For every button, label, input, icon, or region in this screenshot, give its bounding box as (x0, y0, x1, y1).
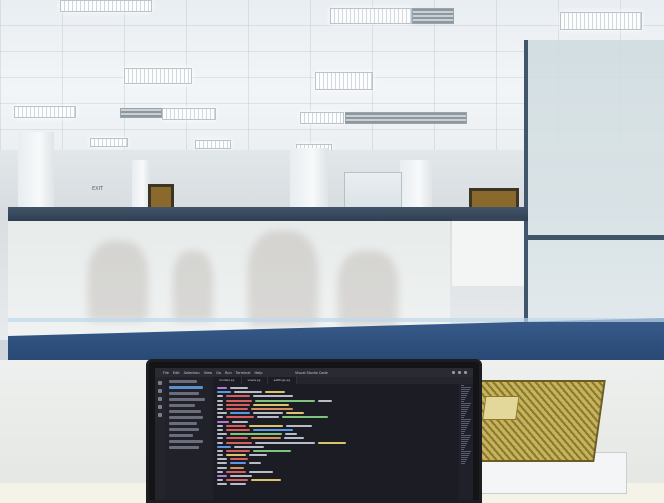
wall-sign: EXIT (92, 186, 104, 192)
ceiling-vent (345, 112, 467, 124)
ceiling-light (162, 108, 216, 120)
ceiling-light (60, 0, 152, 12)
files-icon[interactable] (158, 381, 162, 385)
ceiling-light (560, 12, 642, 30)
ceiling-light (300, 112, 344, 124)
menu-item[interactable]: View (204, 371, 212, 375)
search-icon[interactable] (158, 389, 162, 393)
menu-item[interactable]: File (163, 371, 169, 375)
file-explorer (165, 377, 213, 500)
pillar (18, 132, 54, 212)
ceiling-vent (412, 8, 454, 24)
ceiling-light (124, 68, 192, 84)
ledge-highlight (8, 318, 664, 322)
notebook (460, 380, 606, 462)
editor-titlebar: File Edit Selection View Go Run Terminal… (155, 368, 473, 377)
pillar (290, 148, 328, 212)
tab[interactable]: views.py (241, 377, 268, 384)
editor-menu: File Edit Selection View Go Run Terminal… (155, 371, 262, 375)
code-editor[interactable] (213, 384, 459, 500)
editor-tabs: models.py views.py settings.py (213, 377, 473, 384)
frosted-glass-panel (8, 221, 450, 341)
minimap (459, 384, 473, 500)
ceiling-light (330, 8, 412, 24)
glass-door (344, 172, 402, 212)
close-icon[interactable] (464, 371, 467, 374)
cubicle-wall (452, 218, 524, 286)
activity-bar (155, 377, 165, 500)
tab[interactable]: settings.py (267, 377, 298, 384)
menu-item[interactable]: Terminal (236, 371, 251, 375)
ceiling-vent (120, 108, 162, 118)
menu-item[interactable]: Go (216, 371, 221, 375)
laptop-screen: File Edit Selection View Go Run Terminal… (155, 368, 473, 500)
debug-icon[interactable] (158, 405, 162, 409)
code-line (217, 482, 455, 486)
ceiling-light (315, 72, 373, 90)
minimize-icon[interactable] (452, 371, 455, 374)
ceiling-light (90, 138, 128, 147)
menu-item[interactable]: Edit (173, 371, 180, 375)
source-control-icon[interactable] (158, 397, 162, 401)
menu-item[interactable]: Help (254, 371, 262, 375)
window-title: Visual Studio Code (295, 370, 328, 375)
menu-item[interactable]: Run (225, 371, 232, 375)
ceiling-light (14, 106, 76, 118)
cubicle-frame-top (8, 207, 528, 221)
tab[interactable]: models.py (213, 377, 242, 384)
ceiling-light (195, 140, 231, 149)
glass-partition-right (524, 40, 664, 330)
laptop: File Edit Selection View Go Run Terminal… (146, 359, 482, 503)
maximize-icon[interactable] (458, 371, 461, 374)
extensions-icon[interactable] (158, 413, 162, 417)
window-controls (452, 371, 467, 374)
pillar (400, 160, 432, 210)
office-photo: EXIT File Edit Selection View Go Run Ter… (0, 0, 664, 503)
menu-item[interactable]: Selection (184, 371, 200, 375)
